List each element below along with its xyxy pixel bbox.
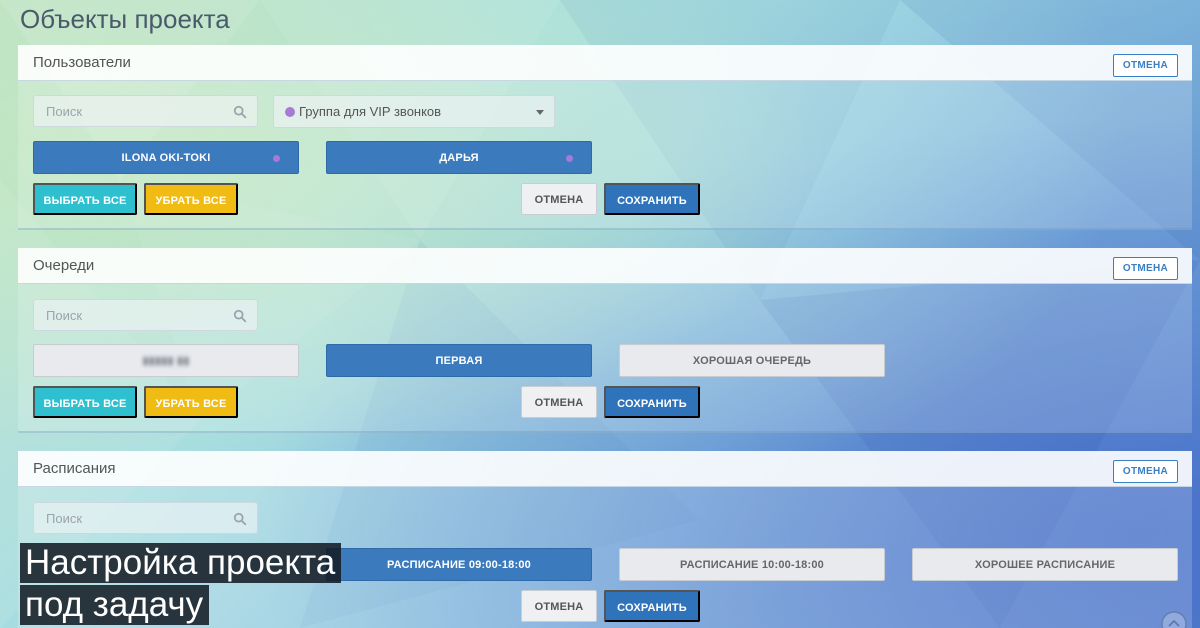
group-color-dot — [285, 107, 295, 117]
chevron-down-icon — [536, 110, 544, 115]
users-search — [33, 95, 258, 127]
caption-line-2: под задачу — [20, 585, 210, 625]
schedules-cancel-button[interactable]: ОТМЕНА — [521, 590, 597, 622]
queues-select-all-button[interactable]: ВЫБРАТЬ ВСЕ — [33, 386, 137, 418]
user-item-darya[interactable]: ДАРЬЯ — [326, 141, 592, 174]
queues-panel: Очереди ОТМЕНА ▮▮▮▮▮ ▮▮ ПЕРВАЯ ХОРОШАЯ О… — [18, 248, 1192, 433]
queue-item-blurred[interactable]: ▮▮▮▮▮ ▮▮ — [33, 344, 299, 377]
search-icon — [233, 105, 247, 119]
schedule-item-label: РАСПИСАНИЕ 09:00-18:00 — [387, 559, 531, 571]
queue-item-first[interactable]: ПЕРВАЯ — [326, 344, 592, 377]
group-select[interactable]: Группа для VIP звонков — [273, 95, 555, 128]
queues-cancel-button[interactable]: ОТМЕНА — [521, 386, 597, 418]
user-item-ilona[interactable]: ILONA OKI-TOKI — [33, 141, 299, 174]
users-header-cancel-button[interactable]: ОТМЕНА — [1112, 54, 1178, 77]
schedule-item-good[interactable]: ХОРОШЕЕ РАСПИСАНИЕ — [912, 548, 1178, 581]
queues-search-input[interactable] — [34, 300, 257, 330]
schedules-save-button[interactable]: СОХРАНИТЬ — [604, 590, 700, 622]
users-panel-title: Пользователи — [33, 54, 131, 71]
queues-save-button[interactable]: СОХРАНИТЬ — [604, 386, 700, 418]
schedule-item-1000[interactable]: РАСПИСАНИЕ 10:00-18:00 — [619, 548, 885, 581]
scroll-up-icon[interactable] — [1160, 610, 1188, 628]
users-search-input[interactable] — [34, 96, 257, 126]
queue-item-label-blurred: ▮▮▮▮▮ ▮▮ — [142, 355, 190, 367]
schedules-header-cancel-button[interactable]: ОТМЕНА — [1112, 460, 1178, 483]
schedule-item-label: ХОРОШЕЕ РАСПИСАНИЕ — [974, 559, 1116, 571]
users-select-all-button[interactable]: ВЫБРАТЬ ВСЕ — [33, 183, 137, 215]
page-title: Объекты проекта — [20, 4, 230, 34]
users-cancel-button[interactable]: ОТМЕНА — [521, 183, 597, 215]
schedules-search-input[interactable] — [34, 503, 257, 533]
schedules-search — [33, 502, 258, 534]
queue-item-good[interactable]: ХОРОШАЯ ОЧЕРЕДЬ — [619, 344, 885, 377]
user-item-label: ДАРЬЯ — [439, 152, 479, 164]
queues-search — [33, 299, 258, 331]
users-remove-all-button[interactable]: УБРАТЬ ВСЕ — [144, 183, 238, 215]
schedule-item-label: РАСПИСАНИЕ 10:00-18:00 — [680, 559, 824, 571]
users-panel-header: Пользователи ОТМЕНА — [18, 45, 1192, 81]
schedule-item-0900[interactable]: РАСПИСАНИЕ 09:00-18:00 — [326, 548, 592, 581]
search-icon — [233, 309, 247, 323]
group-color-dot — [566, 155, 573, 162]
queue-item-label: ПЕРВАЯ — [435, 355, 483, 367]
schedules-panel-header: Расписания ОТМЕНА — [18, 451, 1192, 487]
caption-line-1: Настройка проекта — [20, 543, 342, 583]
queue-item-label: ХОРОШАЯ ОЧЕРЕДЬ — [692, 355, 812, 367]
queues-header-cancel-button[interactable]: ОТМЕНА — [1112, 257, 1178, 280]
users-save-button[interactable]: СОХРАНИТЬ — [604, 183, 700, 215]
group-color-dot — [273, 155, 280, 162]
group-select-value: Группа для VIP звонков — [299, 104, 442, 119]
queues-panel-header: Очереди ОТМЕНА — [18, 248, 1192, 284]
search-icon — [233, 512, 247, 526]
schedules-panel-title: Расписания — [33, 460, 116, 477]
queues-panel-title: Очереди — [33, 257, 95, 274]
user-item-label: ILONA OKI-TOKI — [121, 152, 211, 164]
users-panel: Пользователи ОТМЕНА Группа для VIP звонк… — [18, 45, 1192, 230]
queues-remove-all-button[interactable]: УБРАТЬ ВСЕ — [144, 386, 238, 418]
